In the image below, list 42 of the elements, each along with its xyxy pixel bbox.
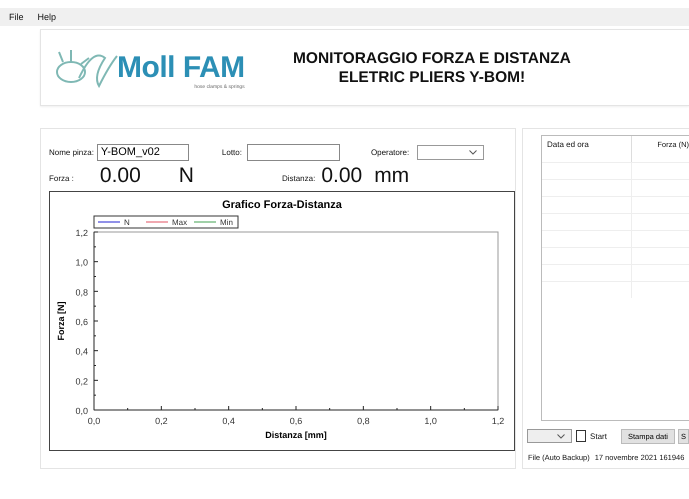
y-tick-label: 0,4 bbox=[75, 346, 88, 357]
chevron-down-icon bbox=[469, 150, 478, 154]
column-header[interactable]: Data ed ora bbox=[542, 136, 632, 162]
legend-label: Min bbox=[220, 218, 233, 227]
y-tick-label: 0,8 bbox=[75, 287, 88, 298]
reading-label: Distanza: bbox=[282, 174, 316, 183]
menu-item[interactable]: File bbox=[9, 11, 24, 23]
reading-label: Forza : bbox=[49, 174, 74, 183]
x-tick-label: 0,0 bbox=[88, 416, 100, 426]
legend-label: N bbox=[124, 218, 130, 227]
y-axis-label: Forza [N] bbox=[56, 302, 66, 340]
y-tick-label: 1,2 bbox=[75, 228, 88, 238]
y-tick-label: 1,0 bbox=[75, 258, 88, 268]
x-tick-label: 0,6 bbox=[290, 416, 302, 426]
y-tick-label: 0,0 bbox=[75, 406, 88, 416]
input-field[interactable]: Y-BOM_v02 bbox=[96, 144, 189, 160]
menu-item[interactable]: Help bbox=[38, 11, 56, 23]
checkbox-label[interactable]: Start bbox=[590, 432, 607, 440]
reading-value: 0.00 bbox=[100, 165, 141, 187]
header-title: ELETRIC PLIERS Y-BOM! bbox=[338, 68, 526, 86]
x-tick-label: 0,4 bbox=[222, 416, 235, 426]
header-title: MONITORAGGIO FORZA E DISTANZA bbox=[293, 48, 571, 68]
reading-unit: mm bbox=[374, 165, 410, 187]
dropdown[interactable] bbox=[417, 144, 484, 160]
y-tick-label: 0,2 bbox=[75, 376, 88, 386]
checkbox[interactable] bbox=[576, 430, 586, 442]
legend-label: Max bbox=[172, 218, 188, 227]
x-tick-label: 0,8 bbox=[357, 416, 370, 426]
logo-text: Moll FAM bbox=[117, 52, 245, 84]
x-tick-label: 0,2 bbox=[155, 416, 168, 426]
x-tick-label: 1,0 bbox=[424, 416, 437, 426]
field-label: Operatore: bbox=[370, 148, 410, 156]
reading-unit: N bbox=[178, 165, 194, 187]
chart-title: Grafico Forza-Distanza bbox=[222, 199, 342, 211]
field-label: Lotto: bbox=[222, 148, 242, 156]
x-tick-label: 1,2 bbox=[492, 416, 504, 426]
x-axis-label: Distanza [mm] bbox=[265, 430, 327, 440]
input-field[interactable] bbox=[246, 144, 340, 160]
y-tick-label: 0,6 bbox=[75, 317, 88, 327]
reading-value: 0.00 bbox=[321, 165, 362, 187]
field-label: Nome pinza: bbox=[49, 148, 94, 156]
chevron-down-icon bbox=[556, 434, 565, 438]
